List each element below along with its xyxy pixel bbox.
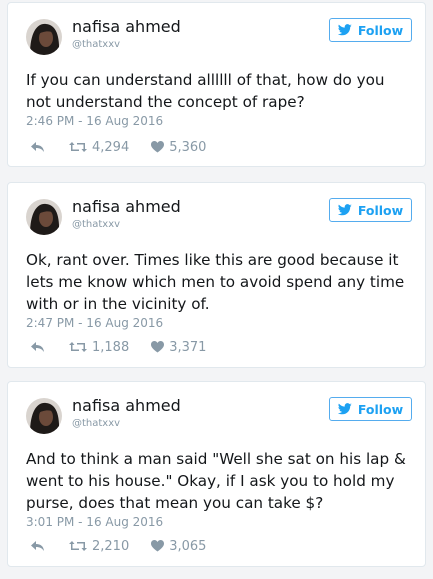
retweet-icon (69, 342, 87, 352)
follow-label: Follow (357, 401, 404, 417)
user-name[interactable]: nafisa ahmed (72, 197, 181, 216)
retweet-button[interactable]: 1,188 (69, 340, 129, 355)
follow-button[interactable]: Follow (329, 18, 412, 42)
like-button[interactable]: 3,371 (151, 340, 206, 355)
reply-button[interactable] (30, 540, 45, 552)
avatar[interactable] (26, 199, 62, 235)
heart-icon (151, 141, 165, 153)
tweet-card: nafisa ahmed @thatxxv Follow If you can … (7, 2, 426, 167)
tweet-actions: 4,294 5,360 (30, 139, 206, 155)
follow-button[interactable]: Follow (329, 397, 412, 421)
tweet-timestamp[interactable]: 2:46 PM - 16 Aug 2016 (26, 114, 163, 128)
user-name[interactable]: nafisa ahmed (72, 17, 181, 36)
twitter-bird-icon (337, 403, 352, 415)
tweet-card: nafisa ahmed @thatxxv Follow And to thin… (7, 381, 426, 567)
user-handle[interactable]: @thatxxv (72, 418, 120, 429)
tweet-actions: 2,210 3,065 (30, 538, 206, 554)
tweet-text: And to think a man said "Well she sat on… (26, 450, 406, 512)
avatar[interactable] (26, 19, 62, 55)
heart-icon (151, 540, 165, 552)
tweet-text: If you can understand allllll of that, h… (26, 71, 385, 111)
retweet-button[interactable]: 2,210 (69, 539, 129, 554)
like-button[interactable]: 5,360 (151, 140, 206, 155)
like-count: 5,360 (169, 139, 207, 155)
tweet-timestamp[interactable]: 3:01 PM - 16 Aug 2016 (26, 515, 163, 529)
avatar[interactable] (26, 398, 62, 434)
like-button[interactable]: 3,065 (151, 539, 206, 554)
user-name[interactable]: nafisa ahmed (72, 396, 181, 415)
tweet-text: Ok, rant over. Times like this are good … (26, 251, 405, 313)
reply-button[interactable] (30, 341, 45, 353)
retweet-count: 1,188 (92, 339, 130, 355)
reply-icon (31, 142, 44, 152)
retweet-count: 2,210 (92, 538, 130, 554)
follow-button[interactable]: Follow (329, 198, 412, 222)
retweet-icon (69, 541, 87, 551)
reply-icon (31, 342, 44, 352)
twitter-bird-icon (337, 204, 352, 216)
reply-button[interactable] (30, 141, 45, 153)
tweet-timestamp[interactable]: 2:47 PM - 16 Aug 2016 (26, 316, 163, 330)
twitter-bird-icon (337, 24, 352, 36)
like-count: 3,065 (169, 538, 207, 554)
retweet-count: 4,294 (92, 139, 130, 155)
retweet-icon (69, 142, 87, 152)
like-count: 3,371 (169, 339, 207, 355)
reply-icon (31, 541, 44, 551)
heart-icon (151, 341, 165, 353)
retweet-button[interactable]: 4,294 (69, 140, 129, 155)
user-handle[interactable]: @thatxxv (72, 39, 120, 50)
tweet-actions: 1,188 3,371 (30, 339, 206, 355)
user-handle[interactable]: @thatxxv (72, 219, 120, 230)
follow-label: Follow (357, 202, 404, 218)
tweet-feed: nafisa ahmed @thatxxv Follow If you can … (0, 0, 433, 579)
tweet-card: nafisa ahmed @thatxxv Follow Ok, rant ov… (7, 182, 426, 368)
follow-label: Follow (357, 22, 404, 38)
